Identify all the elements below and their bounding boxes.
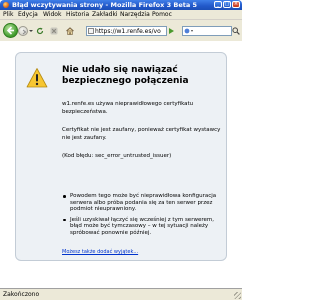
search-icon[interactable] [232,27,240,35]
menu-pomoc[interactable]: Pomoc [152,11,172,18]
menu-bar: Plik Edycja Widok Historia Zakładki Narz… [0,10,242,20]
window-title: Błąd wczytywania strony - Mozilla Firefo… [12,1,198,9]
reload-icon[interactable] [36,27,44,35]
list-item: Powodem tego może być nieprawidłowa konf… [62,193,222,213]
status-bar: Zakończono [0,288,242,300]
error-title: Nie udało się nawiązać bezpiecznego połą… [62,65,189,86]
maximize-button[interactable]: □ [223,1,231,8]
stop-icon[interactable] [50,27,58,35]
list-item: Jeśli uzyskiwał łączyć się wcześniej z t… [62,217,222,237]
search-box[interactable] [182,26,232,36]
error-reasons-list: Powodem tego może być nieprawidłowa konf… [62,193,222,240]
add-exception-link[interactable]: Możesz także dodać wyjątek... [62,249,138,255]
list-item-text: Jeśli uzyskiwał łączyć się wcześniej z t… [70,216,214,236]
menu-zakladki[interactable]: Zakładki [92,11,118,18]
warning-icon [26,68,48,88]
url-bar[interactable]: https://w1.renfe.es/vol/ [86,26,167,36]
forward-arrow-icon [22,29,27,35]
menu-narzedzia[interactable]: Narzędzia [120,11,150,18]
resize-grip-icon[interactable] [234,292,241,299]
go-arrow-icon[interactable] [168,26,176,36]
search-engine-icon[interactable] [184,28,194,34]
history-dropdown-icon[interactable] [29,30,33,32]
status-text: Zakończono [3,291,40,298]
forward-button[interactable] [18,26,28,36]
menu-historia[interactable]: Historia [66,11,89,18]
error-description: w1.renfe.es używa nieprawidłowego certyf… [62,101,194,115]
back-button[interactable] [3,23,18,38]
close-button[interactable]: × [232,1,240,8]
error-panel: Nie udało się nawiązać bezpiecznego połą… [15,52,227,261]
minimize-button[interactable]: _ [214,1,222,8]
bullet-icon [63,218,66,221]
home-icon[interactable] [66,27,74,35]
bullet-icon [63,195,66,198]
menu-plik[interactable]: Plik [3,11,13,18]
error-code: (Kod błędu: sec_error_untrusted_issuer) [62,153,172,159]
page-content: Nie udało się nawiązać bezpiecznego połą… [0,41,242,288]
certificate-message: Certyfikat nie jest zaufany, ponieważ ce… [62,127,221,141]
navigation-toolbar: https://w1.renfe.es/vol/ [0,20,242,42]
menu-widok[interactable]: Widok [43,11,61,18]
menu-edycja[interactable]: Edycja [18,11,38,18]
page-favicon-icon [88,28,94,34]
title-bar: Błąd wczytywania strony - Mozilla Firefo… [0,0,242,10]
back-arrow-icon [6,26,14,35]
firefox-icon [3,2,9,8]
url-input[interactable]: https://w1.renfe.es/vol/ [95,28,161,35]
list-item-text: Powodem tego może być nieprawidłowa konf… [70,193,217,212]
